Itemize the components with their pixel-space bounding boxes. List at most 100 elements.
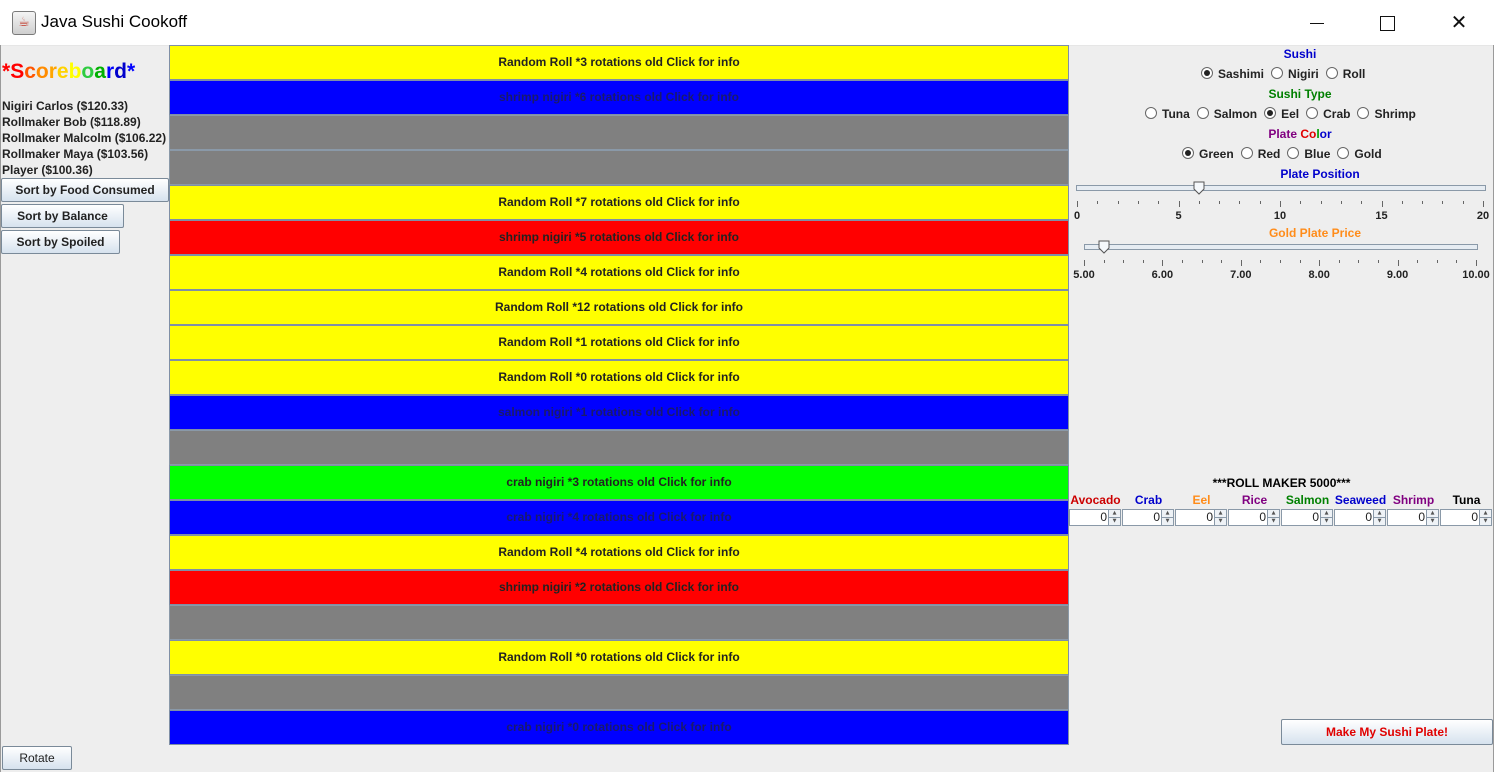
spinner-value[interactable]: 0 (1471, 510, 1478, 525)
sushi-radio-nigiri[interactable]: Nigiri (1271, 67, 1319, 81)
radio-button-icon (1306, 107, 1319, 119)
spinner-value[interactable]: 0 (1100, 510, 1107, 525)
slider-tick (1239, 201, 1241, 204)
type-radio-salmon[interactable]: Salmon (1196, 107, 1257, 121)
type-radio-eel[interactable]: Eel (1264, 107, 1299, 121)
make-sushi-plate-button[interactable]: Make My Sushi Plate! (1281, 719, 1493, 745)
ingredient-spinner-rice[interactable]: 0 ▲ ▼ (1228, 509, 1280, 526)
minimize-button[interactable] (1282, 0, 1352, 45)
spinner-up-icon[interactable]: ▲ (1215, 510, 1226, 518)
scoreboard-list: Nigiri Carlos ($120.33) Rollmaker Bob ($… (2, 98, 166, 178)
sort-by-spoiled-button[interactable]: Sort by Spoiled (1, 230, 120, 254)
sushi-plate[interactable]: Random Roll *4 rotations old Click for i… (169, 535, 1069, 570)
sushi-plate[interactable]: crab nigiri *4 rotations old Click for i… (169, 500, 1069, 535)
color-radio-red[interactable]: Red (1240, 147, 1280, 161)
spinner-down-icon[interactable]: ▼ (1427, 518, 1438, 525)
spinner-up-icon[interactable]: ▲ (1374, 510, 1385, 518)
spinner-buttons[interactable]: ▲ ▼ (1108, 510, 1120, 525)
spinner-buttons[interactable]: ▲ ▼ (1214, 510, 1226, 525)
spinner-down-icon[interactable]: ▼ (1321, 518, 1332, 525)
plate-position-slider[interactable] (1076, 185, 1486, 191)
sushi-plate[interactable]: Random Roll *1 rotations old Click for i… (169, 325, 1069, 360)
spinner-buttons[interactable]: ▲ ▼ (1161, 510, 1173, 525)
score-entry: Nigiri Carlos ($120.33) (2, 99, 129, 113)
spinner-value[interactable]: 0 (1365, 510, 1372, 525)
slider-tick (1320, 201, 1322, 204)
spinner-down-icon[interactable]: ▼ (1162, 518, 1173, 525)
spinner-buttons[interactable]: ▲ ▼ (1426, 510, 1438, 525)
slider-tick (1103, 260, 1105, 263)
type-radio-tuna[interactable]: Tuna (1145, 107, 1190, 121)
spinner-buttons[interactable]: ▲ ▼ (1373, 510, 1385, 525)
slider-tick (1299, 260, 1301, 263)
color-radio-gold[interactable]: Gold (1337, 147, 1382, 161)
slider-tick (1142, 260, 1144, 263)
type-radio-shrimp[interactable]: Shrimp (1357, 107, 1416, 121)
spinner-down-icon[interactable]: ▼ (1268, 518, 1279, 525)
maximize-button[interactable] (1352, 0, 1422, 45)
slider-tick (1476, 260, 1477, 266)
spinner-buttons[interactable]: ▲ ▼ (1267, 510, 1279, 525)
spinner-up-icon[interactable]: ▲ (1109, 510, 1120, 518)
sushi-radio-sashimi[interactable]: Sashimi (1201, 67, 1264, 81)
sushi-plate[interactable]: Random Roll *12 rotations old Click for … (169, 290, 1069, 325)
spinner-value[interactable]: 0 (1153, 510, 1160, 525)
window-title: Java Sushi Cookoff (41, 12, 188, 31)
ingredient-spinner-tuna[interactable]: 0 ▲ ▼ (1440, 509, 1492, 526)
sushi-plate[interactable]: Random Roll *7 rotations old Click for i… (169, 185, 1069, 220)
spinner-value[interactable]: 0 (1206, 510, 1213, 525)
ingredient-spinner-shrimp[interactable]: 0 ▲ ▼ (1387, 509, 1439, 526)
score-entry: Rollmaker Bob ($118.89) (2, 115, 141, 129)
ingredient-spinner-salmon[interactable]: 0 ▲ ▼ (1281, 509, 1333, 526)
ingredient-spinner-avocado[interactable]: 0 ▲ ▼ (1069, 509, 1121, 526)
spinner-buttons[interactable]: ▲ ▼ (1479, 510, 1491, 525)
sushi-plate[interactable]: shrimp nigiri *2 rotations old Click for… (169, 570, 1069, 605)
spinner-value[interactable]: 0 (1312, 510, 1319, 525)
sort-by-balance-button[interactable]: Sort by Balance (1, 204, 124, 228)
slider-tick (1077, 201, 1078, 207)
spinner-down-icon[interactable]: ▼ (1109, 518, 1120, 525)
spinner-up-icon[interactable]: ▲ (1268, 510, 1279, 518)
slider-tick (1340, 201, 1342, 204)
sushi-plate[interactable]: Random Roll *0 rotations old Click for i… (169, 640, 1069, 675)
spinner-down-icon[interactable]: ▼ (1480, 518, 1491, 525)
spinner-value[interactable]: 0 (1418, 510, 1425, 525)
color-radio-blue[interactable]: Blue (1287, 147, 1330, 161)
spinner-buttons[interactable]: ▲ ▼ (1320, 510, 1332, 525)
sushi-plate[interactable]: salmon nigiri *1 rotations old Click for… (169, 395, 1069, 430)
radio-label: Nigiri (1288, 67, 1319, 81)
spinner-up-icon[interactable]: ▲ (1480, 510, 1491, 518)
slider-tick (1240, 260, 1242, 266)
radio-button-icon (1337, 147, 1350, 159)
scoreboard-title-char: e (56, 60, 69, 83)
spinner-down-icon[interactable]: ▼ (1215, 518, 1226, 525)
spinner-up-icon[interactable]: ▲ (1427, 510, 1438, 518)
color-radio-green[interactable]: Green (1182, 147, 1234, 161)
slider-tick (1117, 201, 1119, 204)
spinner-up-icon[interactable]: ▲ (1321, 510, 1332, 518)
gold-plate-price-thumb[interactable] (1098, 240, 1110, 254)
type-radio-crab[interactable]: Crab (1306, 107, 1350, 121)
sushi-plate[interactable]: shrimp nigiri *5 rotations old Click for… (169, 220, 1069, 255)
ingredient-spinner-eel[interactable]: 0 ▲ ▼ (1175, 509, 1227, 526)
sushi-plate[interactable]: Random Roll *0 rotations old Click for i… (169, 360, 1069, 395)
scoreboard-title-char: * (2, 60, 11, 83)
sushi-plate[interactable]: shrimp nigiri *6 rotations old Click for… (169, 80, 1069, 115)
spinner-up-icon[interactable]: ▲ (1162, 510, 1173, 518)
sushi-plate[interactable]: crab nigiri *0 rotations old Click for i… (169, 710, 1069, 745)
slider-tick (1260, 260, 1262, 263)
spinner-value[interactable]: 0 (1259, 510, 1266, 525)
sushi-plate[interactable]: Random Roll *4 rotations old Click for i… (169, 255, 1069, 290)
sushi-plate[interactable]: Random Roll *3 rotations old Click for i… (169, 45, 1069, 80)
ingredient-spinner-crab[interactable]: 0 ▲ ▼ (1122, 509, 1174, 526)
spinner-down-icon[interactable]: ▼ (1374, 518, 1385, 525)
sushi-plate[interactable]: crab nigiri *3 rotations old Click for i… (169, 465, 1069, 500)
close-button[interactable]: ✕ (1424, 0, 1494, 45)
rotate-button[interactable]: Rotate (2, 746, 72, 770)
plate-position-thumb[interactable] (1193, 181, 1205, 195)
sort-by-food-consumed-button[interactable]: Sort by Food Consumed (1, 178, 169, 202)
gold-plate-price-slider[interactable] (1084, 244, 1478, 250)
sushi-radio-roll[interactable]: Roll (1325, 67, 1365, 81)
ingredient-spinner-seaweed[interactable]: 0 ▲ ▼ (1334, 509, 1386, 526)
radio-button-icon (1196, 107, 1209, 119)
